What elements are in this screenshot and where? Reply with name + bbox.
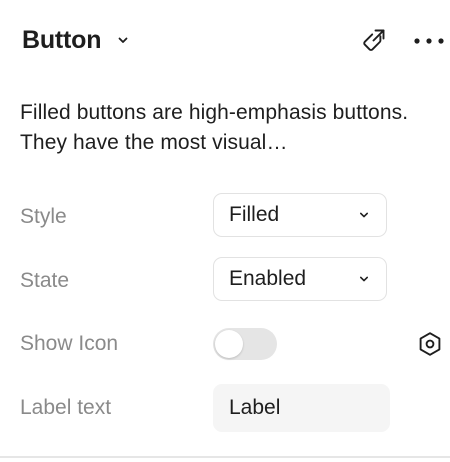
property-row-label-text: Label text Label bbox=[20, 384, 450, 432]
component-properties-panel: Button Filled buttons are high-emphasis … bbox=[0, 0, 450, 462]
more-horizontal-icon[interactable] bbox=[412, 26, 446, 54]
property-row-style: Style Filled bbox=[20, 193, 450, 241]
toggle-knob bbox=[215, 330, 243, 358]
state-select[interactable]: Enabled bbox=[213, 257, 387, 301]
show-icon-toggle[interactable] bbox=[213, 328, 277, 360]
property-row-show-icon: Show Icon bbox=[20, 320, 450, 368]
style-label: Style bbox=[20, 205, 67, 228]
chevron-down-icon bbox=[360, 212, 368, 218]
property-row-state: State Enabled bbox=[20, 257, 450, 305]
show-icon-label: Show Icon bbox=[20, 332, 119, 355]
state-select-value: Enabled bbox=[229, 267, 307, 290]
state-label: State bbox=[20, 269, 70, 292]
style-select[interactable]: Filled bbox=[213, 193, 387, 237]
chevron-down-icon bbox=[360, 276, 368, 282]
divider bbox=[0, 456, 450, 458]
label-text-input[interactable]: Label bbox=[213, 384, 390, 432]
component-instance-icon[interactable] bbox=[416, 330, 444, 358]
go-to-main-component-icon[interactable] bbox=[360, 26, 388, 54]
component-title: Button bbox=[22, 26, 102, 54]
label-text-label: Label text bbox=[20, 396, 112, 419]
chevron-down-icon bbox=[118, 37, 128, 43]
style-select-value: Filled bbox=[229, 203, 280, 226]
component-description: Filled buttons are high-emphasis buttons… bbox=[20, 101, 409, 154]
panel-header: Button bbox=[22, 24, 450, 56]
component-title-dropdown[interactable]: Button bbox=[22, 24, 130, 56]
